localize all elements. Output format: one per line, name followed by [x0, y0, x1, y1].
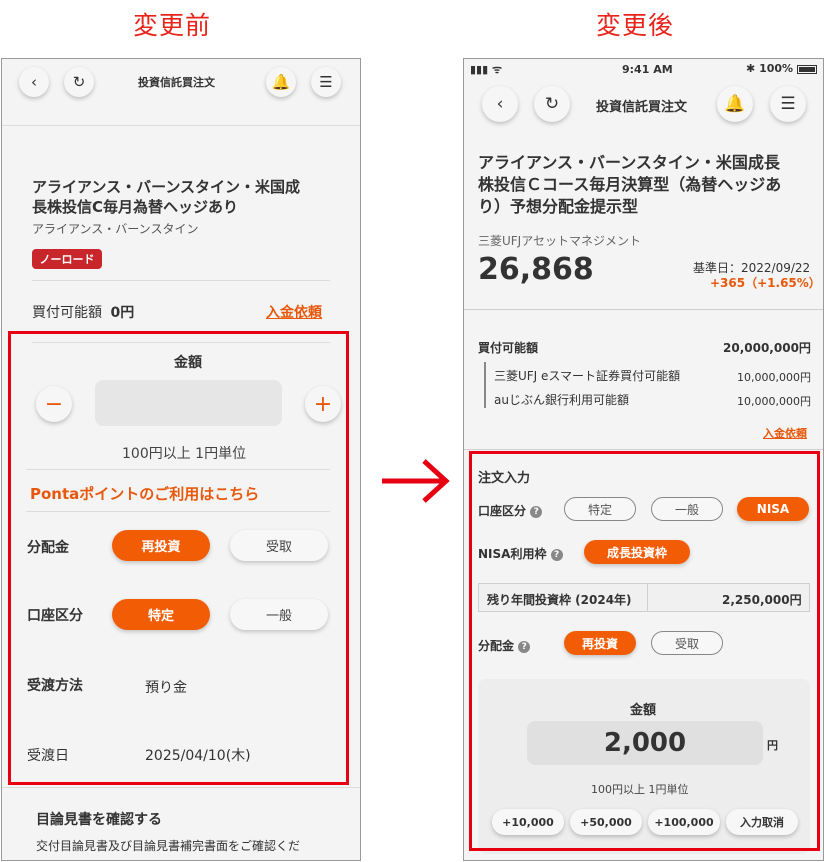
available-label-text: 買付可能額	[32, 305, 102, 321]
fund-company: 三菱UFJアセットマネジメント	[478, 234, 641, 248]
fund-name-line: 株投信Ｃコース毎月決算型（為替ヘッジあ	[478, 175, 782, 194]
prospectus-text: 交付目論見書及び目論見書補完書面をご確認くだ	[36, 839, 301, 853]
before-heading: 変更前	[133, 11, 212, 40]
back-button[interactable]: ‹	[19, 67, 49, 97]
sub-row-label: 三菱UFJ eスマート証券買付可能額	[494, 369, 681, 383]
sub-row-value: 10,000,000円	[737, 395, 811, 408]
refresh-icon: ↻	[72, 73, 86, 91]
bluetooth-icon: ✱	[746, 62, 756, 75]
page-title: 投資信託買注文	[138, 76, 215, 89]
status-time: 9:41 AM	[622, 63, 673, 76]
fund-name-line: り）予想分配金提示型	[478, 197, 639, 216]
hamburger-icon: ☰	[319, 73, 333, 91]
fund-name-line: 長株投信C毎月為替ヘッジあり	[32, 198, 239, 216]
hamburger-icon: ☰	[780, 94, 796, 114]
notification-button[interactable]: 🔔	[266, 67, 296, 97]
notification-button[interactable]: 🔔	[717, 86, 753, 122]
prospectus-title[interactable]: 目論見書を確認する	[36, 809, 162, 829]
menu-button[interactable]: ☰	[770, 86, 806, 122]
deposit-request-link[interactable]: 入金依頼	[763, 425, 807, 441]
fund-name: アライアンス・バーンスタイン・米国成長 株投信Ｃコース毎月決算型（為替ヘッジあ …	[478, 152, 781, 218]
chevron-left-icon: ‹	[31, 73, 37, 91]
sub-rows-bar	[484, 362, 486, 408]
bell-icon: 🔔	[724, 94, 746, 114]
fund-company: アライアンス・バーンスタイン	[32, 222, 199, 236]
nav-price: 26,868	[478, 252, 594, 287]
noload-badge: ノーロード	[32, 249, 102, 269]
available-value: 0円	[110, 305, 135, 321]
refresh-button[interactable]: ↻	[534, 86, 570, 122]
refresh-button[interactable]: ↻	[64, 67, 94, 97]
sub-row-value: 10,000,000円	[737, 371, 811, 384]
page-title: 投資信託買注文	[596, 100, 688, 115]
available-label: 買付可能額 0円	[32, 302, 134, 322]
fund-name-line: アライアンス・バーンスタイン・米国成長	[478, 153, 780, 172]
signal-icon: ▮▮▮ ᯤ	[470, 63, 503, 76]
deposit-request-link[interactable]: 入金依頼	[266, 302, 322, 322]
battery-percent: 100%	[759, 62, 794, 75]
bell-icon: 🔔	[271, 73, 291, 91]
arrow-right-icon	[382, 459, 450, 503]
chevron-left-icon: ‹	[496, 94, 504, 114]
back-button[interactable]: ‹	[482, 86, 518, 122]
fund-name-line: アライアンス・バーンスタイン・米国成	[32, 178, 301, 196]
after-heading: 変更後	[596, 11, 675, 40]
status-battery: ✱ 100%	[746, 62, 817, 75]
available-label: 買付可能額	[478, 341, 539, 355]
before-highlight-box	[8, 331, 349, 785]
menu-button[interactable]: ☰	[311, 67, 341, 97]
refresh-icon: ↻	[544, 94, 560, 114]
sub-row-label: auじぶん銀行利用可能額	[494, 393, 629, 407]
price-change: +365（+1.65%）	[710, 276, 821, 290]
available-value: 20,000,000円	[723, 341, 811, 355]
battery-icon	[796, 64, 817, 74]
after-highlight-box	[469, 451, 820, 851]
fund-name: アライアンス・バーンスタイン・米国成 長株投信C毎月為替ヘッジあり	[32, 177, 300, 217]
